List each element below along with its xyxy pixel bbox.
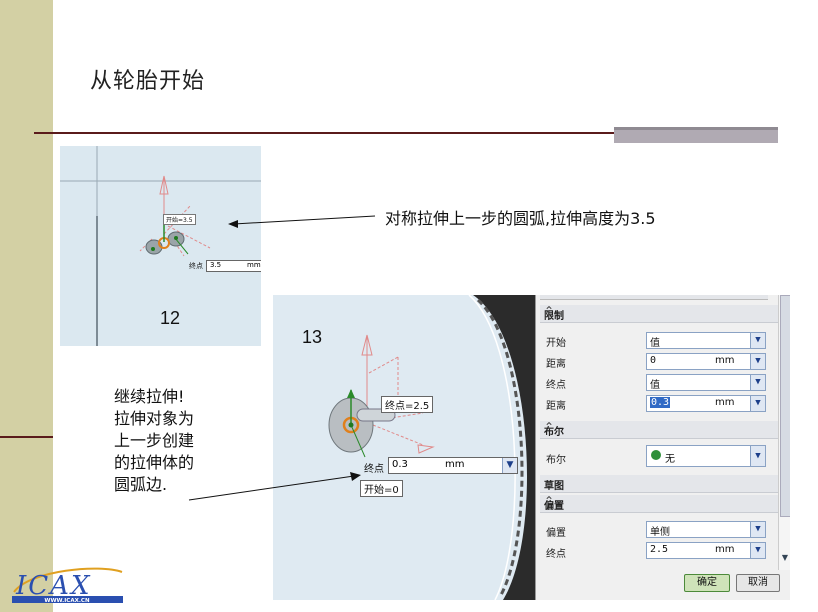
limits-section-header[interactable]: 限制 ⌃ — [540, 304, 780, 323]
step-number-13: 13 — [302, 327, 323, 347]
distance-label-1: 距离 — [546, 359, 566, 370]
start-distance-tag-13: 开始=0 — [360, 480, 403, 497]
viewport-end-input[interactable]: 0.3 mm ▼ — [388, 457, 518, 474]
icax-logo: ICAX WWW.ICAX.CN — [10, 562, 125, 604]
chevron-up-icon[interactable]: ⌃ — [544, 304, 776, 318]
boolean-label: 布尔 — [546, 455, 566, 466]
callout-arrow-13 — [188, 472, 361, 501]
offset-section-header[interactable]: 偏置 ⌃ — [540, 494, 780, 513]
viewport-end-label: 终点 — [364, 464, 384, 475]
step-down-icon[interactable]: ▼ — [750, 543, 765, 558]
step-down-icon[interactable]: ▼ — [502, 458, 517, 473]
chevron-up-icon[interactable]: ⌃ — [544, 494, 776, 508]
offset-type-value: 单侧 — [650, 527, 670, 538]
scroll-down-icon[interactable]: ▼ — [780, 553, 790, 565]
offset-end-label: 终点 — [546, 549, 566, 560]
boolean-value: 无 — [665, 454, 675, 465]
end-distance-value: 0.3 — [650, 397, 671, 408]
scrollbar-thumb[interactable] — [780, 295, 790, 517]
viewport-end-value: 0.3 — [392, 459, 408, 470]
end-distance-tag: 终点=2.5 — [381, 396, 434, 413]
logo-url: WWW.ICAX.CN — [44, 598, 90, 604]
start-label: 开始 — [546, 338, 566, 349]
icax-logo-mark: ICAX WWW.ICAX.CN — [12, 567, 123, 604]
end-label: 终点 — [189, 262, 203, 270]
boolean-none-icon — [651, 450, 661, 460]
start-type-value: 值 — [650, 338, 660, 349]
boolean-section-header[interactable]: 布尔 ⌃ — [540, 420, 780, 439]
end-value: 3.5 — [210, 261, 222, 269]
end-label: 终点 — [546, 380, 566, 391]
dropdown-arrow-icon[interactable]: ▼ — [750, 375, 765, 390]
offset-label: 偏置 — [546, 528, 566, 539]
start-type-select[interactable]: 值 ▼ — [646, 332, 766, 349]
sketch-section-header[interactable]: 草图 ⌄ — [540, 474, 780, 493]
dropdown-arrow-icon[interactable]: ▼ — [750, 333, 765, 348]
dropdown-arrow-icon[interactable]: ▼ — [750, 446, 765, 466]
end-value-input[interactable]: 3.5 mm — [206, 260, 261, 272]
chevron-up-icon[interactable]: ⌃ — [544, 420, 776, 434]
viewport-end-unit: mm — [445, 459, 465, 470]
boolean-select[interactable]: 无 ▼ — [646, 445, 766, 467]
end-type-value: 值 — [650, 380, 660, 391]
screenshot-13: 13 终点=2.5 终点 0.3 mm ▼ 开始=0 限制 ⌃ 开始 值 ▼ 距… — [273, 295, 790, 600]
dropdown-arrow-icon[interactable]: ▼ — [750, 522, 765, 537]
ok-button[interactable]: 确定 — [684, 574, 730, 592]
offset-end-input[interactable]: 2.5 mm ▼ — [646, 542, 766, 559]
start-distance-input[interactable]: 0 mm ▼ — [646, 353, 766, 370]
callout-arrow-12 — [228, 215, 376, 228]
extrude-dialog: 限制 ⌃ 开始 值 ▼ 距离 0 mm ▼ 终点 值 ▼ 距离 0.3 mm ▼… — [535, 295, 790, 600]
sidebar-divider — [0, 436, 53, 438]
end-unit: mm — [247, 261, 261, 269]
slide-title: 从轮胎开始 — [90, 69, 206, 94]
end-type-select[interactable]: 值 ▼ — [646, 374, 766, 391]
start-distance-tag: 开始=3.5 — [163, 214, 196, 225]
panel-scrollbar[interactable]: ▼ — [778, 295, 790, 570]
offset-end-value: 2.5 — [650, 544, 669, 555]
step-down-icon[interactable]: ▼ — [750, 354, 765, 369]
title-rule-accent-edge — [614, 127, 778, 130]
offset-end-unit: mm — [715, 544, 735, 555]
cancel-button[interactable]: 取消 — [736, 574, 780, 592]
step-down-icon[interactable]: ▼ — [750, 396, 765, 411]
offset-type-select[interactable]: 单侧 ▼ — [646, 521, 766, 538]
end-distance-unit: mm — [715, 397, 735, 408]
step-number-12: 12 — [160, 308, 181, 328]
left-sidebar-band — [0, 0, 53, 612]
start-distance-unit: mm — [715, 355, 735, 366]
panel-top-edge — [540, 295, 768, 300]
distance-label-2: 距离 — [546, 401, 566, 412]
chevron-down-icon[interactable]: ⌄ — [544, 474, 776, 488]
end-distance-input[interactable]: 0.3 mm ▼ — [646, 395, 766, 412]
start-distance-value: 0 — [650, 355, 657, 366]
callout-extrude-edge: 继续拉伸!拉伸对象为上一步创建的拉伸体的圆弧边. — [114, 387, 195, 494]
callout-extrude-symmetric: 对称拉伸上一步的圆弧,拉伸高度为3.5 — [385, 209, 656, 228]
